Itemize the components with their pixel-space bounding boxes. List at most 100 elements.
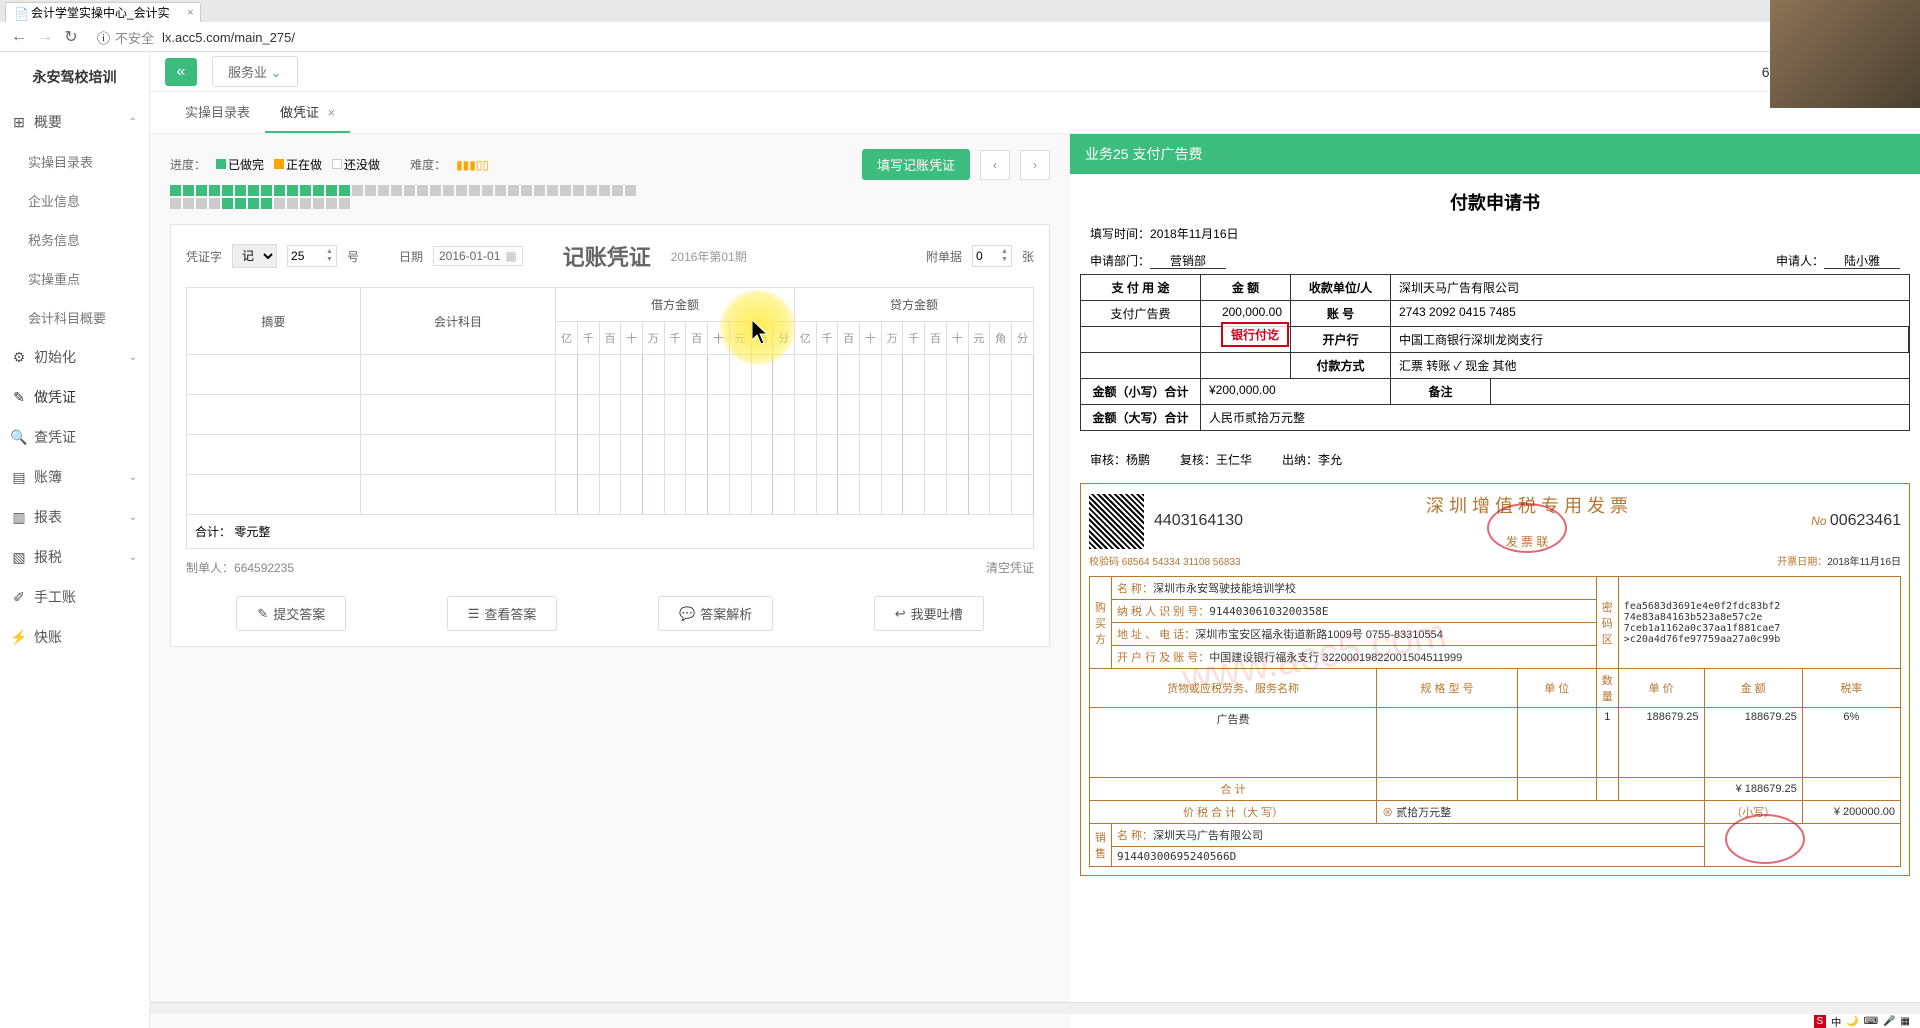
voucher-table[interactable]: 摘要 会计科目 借方金额 贷方金额 亿千百十万千百十元角分亿千百十万千百十元角分 [186, 287, 1034, 515]
tab-title: 会计学堂实操中心_会计实 [31, 4, 170, 21]
sidebar-make-voucher[interactable]: ✎做凭证 [0, 377, 149, 417]
security-warning: 不安全 [115, 28, 154, 47]
sidebar-catalog[interactable]: 实操目录表 [0, 142, 149, 181]
url-bar[interactable]: ⓘ 不安全 lx.acc5.com/main_275/ [88, 24, 1910, 51]
date-input[interactable]: 2016-01-01 ▦ [433, 246, 523, 266]
voucher-number-input[interactable]: ▲▼ [287, 245, 337, 267]
horizontal-scrollbar[interactable] [150, 1002, 1920, 1014]
voucher-card: 凭证字 记 ▲▼ 号 日期 2016-01-01 ▦ 记账凭证 [170, 224, 1050, 647]
sidebar-filing[interactable]: ▧报税 ⌄ [0, 537, 149, 577]
chat-icon: 💬 [679, 606, 695, 622]
voucher-footer: 制单人：664592235 清空凭证 [186, 559, 1034, 576]
service-dropdown[interactable]: 服务业 ⌄ [212, 56, 298, 87]
invoice-table: 购买方 名 称：深圳市永安驾驶技能培训学校 密码区 fea5683d3691e4… [1089, 576, 1901, 867]
up-icon[interactable]: ▲ [998, 248, 1011, 256]
sidebar-tax[interactable]: 税务信息 [0, 220, 149, 259]
reload-icon[interactable]: ↻ [62, 28, 80, 46]
view-answer-button[interactable]: ☰查看答案 [447, 596, 558, 631]
chevron-down-icon: ⌄ [129, 472, 137, 483]
oval-stamp-icon [1487, 503, 1567, 553]
clear-voucher-link[interactable]: 清空凭证 [986, 559, 1034, 576]
voucher-header: 凭证字 记 ▲▼ 号 日期 2016-01-01 ▦ 记账凭证 [186, 240, 1034, 272]
document-body: 付款申请书 填写时间：2018年11月16日 申请部门：营销部 申请人：陆小雅 … [1070, 174, 1920, 886]
account-header: 会计科目 [360, 288, 555, 355]
content: « 服务业 ⌄ 664592235 (SVIP会员) 实操目录表 做凭证 × 进… [150, 52, 1920, 1028]
flash-icon: ⚡ [12, 630, 26, 644]
tab-catalog[interactable]: 实操目录表 [170, 92, 265, 133]
company-stamp-icon [1725, 814, 1805, 864]
sidebar-title: 永安驾校培训 [0, 52, 149, 102]
collapse-sidebar-button[interactable]: « [165, 58, 197, 86]
payment-request-form: 支 付 用 途 金 额 收款单位/人 深圳天马广告有限公司 支付广告费 200,… [1080, 274, 1910, 431]
search-icon: 🔍 [12, 430, 26, 444]
sidebar-ledger[interactable]: ▤账簿 ⌄ [0, 457, 149, 497]
back-icon[interactable]: ← [10, 28, 28, 46]
legend-done-icon [216, 159, 226, 169]
progress-row: 进度： 已做完 正在做 还没做 难度： ▮▮▮▯▯ 填写记账凭证 ‹ › [170, 149, 1050, 180]
action-buttons: ✎提交答案 ☰查看答案 💬答案解析 ↩我要吐槽 [186, 596, 1034, 631]
tray-icon[interactable]: ⌨ [1864, 1016, 1878, 1027]
voucher-title: 记账凭证 [563, 240, 651, 272]
nav-bar: ← → ↻ ⓘ 不安全 lx.acc5.com/main_275/ [0, 22, 1920, 52]
close-icon[interactable]: × [328, 105, 336, 120]
sidebar-keypoints[interactable]: 实操重点 [0, 259, 149, 298]
gear-icon: ⚙ [12, 351, 26, 365]
voucher-type-select[interactable]: 记 [232, 244, 277, 268]
submit-button[interactable]: ✎提交答案 [236, 596, 346, 631]
info-icon: ⓘ [97, 28, 110, 47]
sidebar-check-voucher[interactable]: 🔍查凭证 [0, 417, 149, 457]
sidebar: 永安驾校培训 ⊞概要 ⌃ 实操目录表 企业信息 税务信息 实操重点 会计科目概要… [0, 52, 150, 1028]
qr-code-icon [1089, 494, 1144, 549]
upload-icon: ▧ [12, 551, 26, 565]
edit-icon: ✎ [257, 606, 268, 622]
debit-header: 借方金额 [556, 288, 795, 322]
sidebar-report[interactable]: ▥报表 ⌄ [0, 497, 149, 537]
progress-grid[interactable] [170, 185, 640, 209]
tray-icon[interactable]: ▦ [1901, 1016, 1910, 1027]
url-text: lx.acc5.com/main_275/ [162, 30, 295, 45]
feedback-button[interactable]: ↩我要吐槽 [874, 596, 984, 631]
sidebar-company[interactable]: 企业信息 [0, 181, 149, 220]
difficulty-stars: ▮▮▮▯▯ [456, 158, 489, 172]
browser-chrome: 📄 会计学堂实操中心_会计实 × ← → ↻ ⓘ 不安全 lx.acc5.com… [0, 0, 1920, 52]
chevron-down-icon: ⌄ [129, 512, 137, 523]
forward-icon[interactable]: → [36, 28, 54, 46]
sidebar-accounts[interactable]: 会计科目概要 [0, 298, 149, 337]
up-icon[interactable]: ▲ [323, 248, 336, 256]
fill-voucher-button[interactable]: 填写记账凭证 [862, 149, 970, 180]
down-icon[interactable]: ▼ [998, 256, 1011, 264]
chevron-up-icon: ⌃ [129, 117, 137, 128]
system-tray: S 中 🌙 ⌨ 🎤 ▦ [1804, 1014, 1920, 1028]
reply-icon: ↩ [895, 606, 906, 622]
document-header: 业务25 支付广告费 [1070, 134, 1920, 174]
sidebar-quick[interactable]: ⚡快账 [0, 617, 149, 657]
legend-not-icon [332, 159, 342, 169]
content-tabs: 实操目录表 做凭证 × [150, 92, 1920, 134]
tray-icon[interactable]: 中 [1831, 1014, 1841, 1028]
sidebar-init[interactable]: ⚙初始化 ⌄ [0, 337, 149, 377]
prev-button[interactable]: ‹ [980, 150, 1010, 180]
analyze-button[interactable]: 💬答案解析 [658, 596, 773, 631]
next-button[interactable]: › [1020, 150, 1050, 180]
tray-icon[interactable]: 🎤 [1883, 1016, 1895, 1027]
sidebar-overview[interactable]: ⊞概要 ⌃ [0, 102, 149, 142]
close-icon[interactable]: × [187, 7, 193, 19]
browser-tab[interactable]: 📄 会计学堂实操中心_会计实 × [5, 2, 201, 22]
tab-voucher[interactable]: 做凭证 × [265, 92, 350, 133]
workspace: 进度： 已做完 正在做 还没做 难度： ▮▮▮▯▯ 填写记账凭证 ‹ › 凭证字… [150, 134, 1920, 1028]
bank-paid-stamp: 银行付讫 [1221, 322, 1289, 347]
sidebar-manual[interactable]: ✐手工账 [0, 577, 149, 617]
file-icon: ▥ [12, 511, 26, 525]
calendar-icon: ▦ [505, 249, 516, 263]
ime-icon[interactable]: S [1814, 1015, 1827, 1028]
chevron-down-icon: ⌄ [129, 352, 137, 363]
voucher-area: 进度： 已做完 正在做 还没做 难度： ▮▮▮▯▯ 填写记账凭证 ‹ › 凭证字… [150, 134, 1070, 1028]
chevron-down-icon: ⌄ [129, 552, 137, 563]
cross-icon: ⊗ [1382, 807, 1393, 819]
chevron-down-icon: ⌄ [271, 65, 282, 80]
credit-header: 贷方金额 [794, 288, 1033, 322]
attachment-count-input[interactable]: ▲▼ [972, 245, 1012, 267]
down-icon[interactable]: ▼ [323, 256, 336, 264]
tray-icon[interactable]: 🌙 [1846, 1016, 1858, 1027]
vat-invoice: www.acc5.com 4403164130 深 圳 增 值 税 专 用 发 … [1080, 483, 1910, 876]
